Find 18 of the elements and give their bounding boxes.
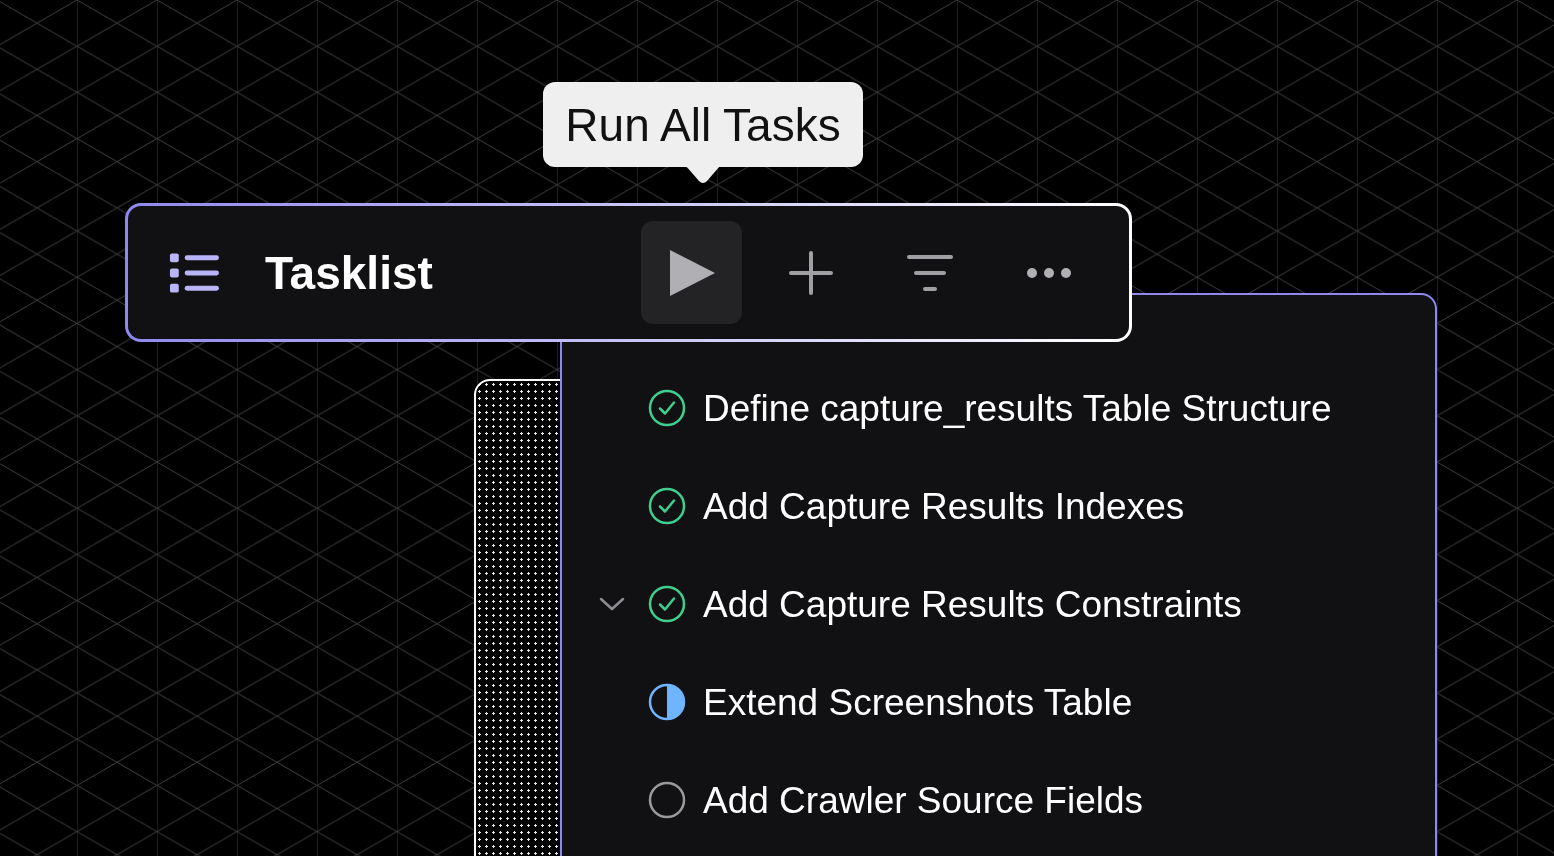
task-row[interactable]: Add Capture Results Indexes: [562, 457, 1435, 555]
task-title[interactable]: Add Capture Results Constraints: [703, 585, 1242, 623]
chevron-down-icon[interactable]: [599, 596, 625, 612]
task-title[interactable]: Add Capture Results Indexes: [703, 487, 1185, 525]
tooltip-text: Run All Tasks: [565, 101, 841, 148]
toolbar-title: Tasklist: [264, 249, 434, 296]
task-row[interactable]: Define capture_results Table Structure: [562, 359, 1435, 457]
task-row[interactable]: Add Crawler Source Fields: [562, 751, 1435, 849]
run-button[interactable]: [641, 221, 743, 324]
plus-icon: [787, 249, 834, 296]
task-row[interactable]: Add Capture Results Constraints: [562, 555, 1435, 653]
task-title[interactable]: Add Crawler Source Fields: [703, 781, 1144, 819]
filter-icon: [905, 252, 954, 293]
task-title[interactable]: Extend Screenshots Table: [703, 683, 1133, 721]
task-row[interactable]: Extend Screenshots Table: [562, 653, 1435, 751]
more-icon: [1025, 266, 1072, 279]
task-title[interactable]: Define capture_results Table Structure: [703, 389, 1332, 427]
list-icon: [168, 250, 221, 295]
